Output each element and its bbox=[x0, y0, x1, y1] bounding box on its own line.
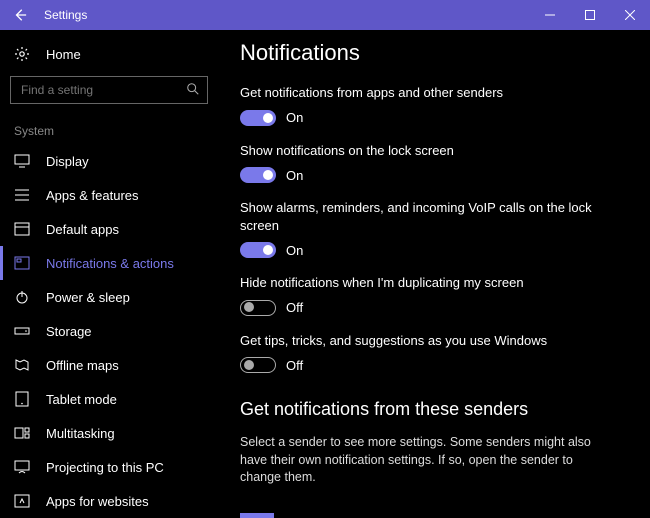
close-icon bbox=[625, 10, 635, 20]
toggle-switch[interactable] bbox=[240, 242, 276, 258]
sidebar-item-label: Storage bbox=[46, 324, 92, 339]
search-box[interactable] bbox=[10, 76, 208, 104]
sidebar-item-projecting[interactable]: Projecting to this PC bbox=[0, 450, 218, 484]
notifications-icon bbox=[14, 255, 30, 271]
sidebar-item-offline-maps[interactable]: Offline maps bbox=[0, 348, 218, 382]
sidebar-item-label: Offline maps bbox=[46, 358, 119, 373]
autoplay-icon bbox=[240, 513, 274, 518]
home-label: Home bbox=[46, 47, 81, 62]
sidebar-item-tablet-mode[interactable]: Tablet mode bbox=[0, 382, 218, 416]
home-button[interactable]: Home bbox=[0, 38, 218, 70]
sidebar-item-label: Display bbox=[46, 154, 89, 169]
page-title: Notifications bbox=[240, 40, 630, 66]
toggle-switch[interactable] bbox=[240, 110, 276, 126]
power-icon bbox=[14, 289, 30, 305]
sidebar-item-label: Multitasking bbox=[46, 426, 115, 441]
toggle-switch[interactable] bbox=[240, 357, 276, 373]
sidebar-item-label: Notifications & actions bbox=[46, 256, 174, 271]
setting-label: Hide notifications when I'm duplicating … bbox=[240, 274, 600, 292]
maximize-icon bbox=[585, 10, 595, 20]
default-apps-icon bbox=[14, 221, 30, 237]
sidebar-item-display[interactable]: Display bbox=[0, 144, 218, 178]
sidebar-item-storage[interactable]: Storage bbox=[0, 314, 218, 348]
search-input[interactable] bbox=[10, 76, 208, 104]
toggle-switch[interactable] bbox=[240, 300, 276, 316]
sidebar-item-label: Tablet mode bbox=[46, 392, 117, 407]
display-icon bbox=[14, 153, 30, 169]
senders-heading: Get notifications from these senders bbox=[240, 399, 630, 420]
setting-label: Get tips, tricks, and suggestions as you… bbox=[240, 332, 600, 350]
search-icon bbox=[186, 82, 200, 96]
main-panel: Notifications Get notifications from app… bbox=[218, 30, 650, 518]
sidebar-item-label: Apps for websites bbox=[46, 494, 149, 509]
maximize-button[interactable] bbox=[570, 0, 610, 30]
sidebar: Home System Display Apps & features Defa… bbox=[0, 30, 218, 518]
setting-row: Get notifications from apps and other se… bbox=[240, 84, 630, 126]
window-title: Settings bbox=[44, 8, 87, 22]
sidebar-item-label: Power & sleep bbox=[46, 290, 130, 305]
sidebar-item-default-apps[interactable]: Default apps bbox=[0, 212, 218, 246]
setting-row: Show notifications on the lock screen On bbox=[240, 142, 630, 184]
close-button[interactable] bbox=[610, 0, 650, 30]
maps-icon bbox=[14, 357, 30, 373]
toggle-state: On bbox=[286, 110, 303, 125]
setting-row: Show alarms, reminders, and incoming VoI… bbox=[240, 199, 630, 258]
sidebar-item-label: Apps & features bbox=[46, 188, 139, 203]
sidebar-item-label: Default apps bbox=[46, 222, 119, 237]
toggle-state: On bbox=[286, 168, 303, 183]
sidebar-item-label: Projecting to this PC bbox=[46, 460, 164, 475]
websites-icon bbox=[14, 493, 30, 509]
sidebar-item-power[interactable]: Power & sleep bbox=[0, 280, 218, 314]
senders-hint: Select a sender to see more settings. So… bbox=[240, 434, 610, 487]
arrow-left-icon bbox=[13, 8, 27, 22]
multitasking-icon bbox=[14, 425, 30, 441]
titlebar: Settings bbox=[0, 0, 650, 30]
sidebar-item-apps-features[interactable]: Apps & features bbox=[0, 178, 218, 212]
setting-row: Hide notifications when I'm duplicating … bbox=[240, 274, 630, 316]
toggle-state: On bbox=[286, 243, 303, 258]
storage-icon bbox=[14, 323, 30, 339]
minimize-icon bbox=[545, 10, 555, 20]
toggle-state: Off bbox=[286, 358, 303, 373]
minimize-button[interactable] bbox=[530, 0, 570, 30]
apps-icon bbox=[14, 187, 30, 203]
toggle-switch[interactable] bbox=[240, 167, 276, 183]
setting-row: Get tips, tricks, and suggestions as you… bbox=[240, 332, 630, 374]
sidebar-item-apps-websites[interactable]: Apps for websites bbox=[0, 484, 218, 518]
back-button[interactable] bbox=[0, 0, 40, 30]
sidebar-item-multitasking[interactable]: Multitasking bbox=[0, 416, 218, 450]
tablet-icon bbox=[14, 391, 30, 407]
setting-label: Get notifications from apps and other se… bbox=[240, 84, 600, 102]
toggle-state: Off bbox=[286, 300, 303, 315]
section-label: System bbox=[0, 114, 218, 144]
setting-label: Show notifications on the lock screen bbox=[240, 142, 600, 160]
sidebar-item-notifications[interactable]: Notifications & actions bbox=[0, 246, 218, 280]
gear-icon bbox=[14, 46, 30, 62]
setting-label: Show alarms, reminders, and incoming VoI… bbox=[240, 199, 600, 234]
projecting-icon bbox=[14, 459, 30, 475]
sender-row[interactable]: AutoPlayOn: Banners, SoundsOn bbox=[240, 507, 630, 518]
